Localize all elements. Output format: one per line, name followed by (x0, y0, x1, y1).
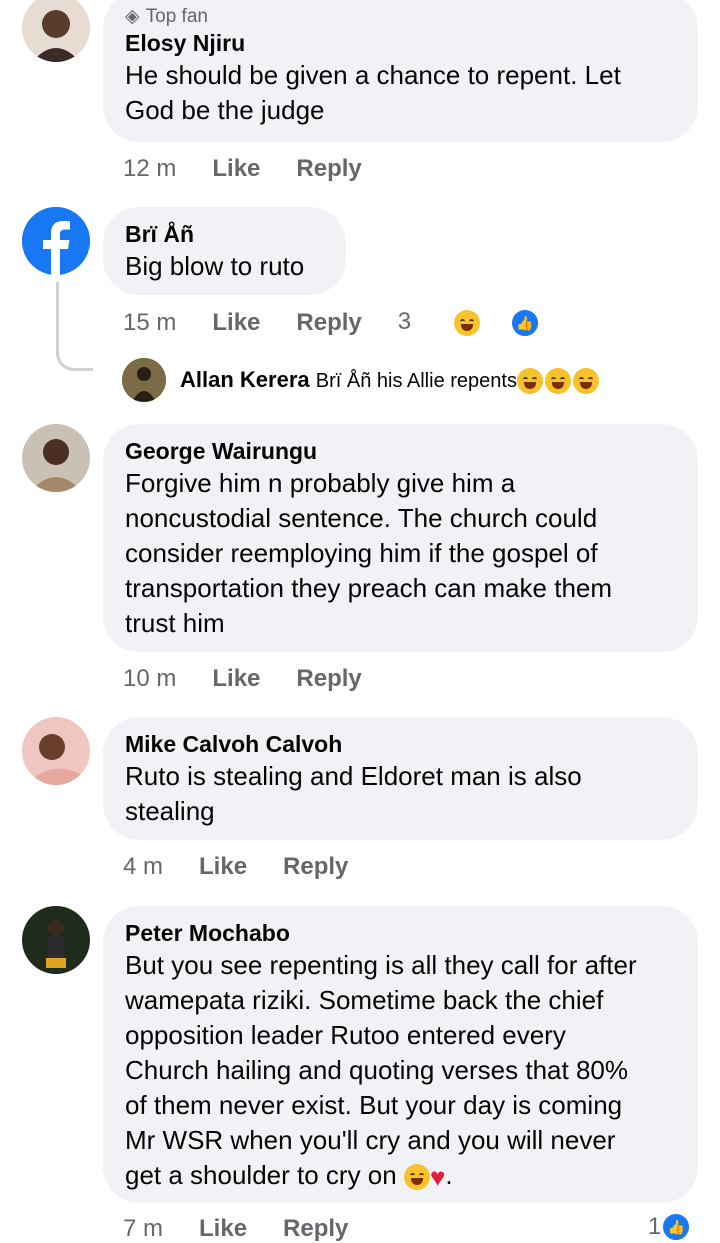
like-reaction-icon: 👍 (509, 308, 540, 338)
reply-button[interactable]: Reply (296, 309, 361, 337)
comment-time[interactable]: 12 m (123, 155, 176, 183)
like-button[interactable]: Like (212, 155, 260, 183)
comment-actions: 12 m Like Reply (123, 155, 398, 183)
comment-text-line: wamepata riziki. Sometime back the chief (125, 985, 604, 1015)
comment-text-line: trust him (125, 608, 225, 638)
like-button[interactable]: Like (199, 853, 247, 881)
reply-button[interactable]: Reply (296, 155, 361, 183)
comment-text-line: Ruto is stealing and Eldoret man is also (125, 761, 582, 791)
reply-button[interactable]: Reply (283, 853, 348, 881)
comment-bubble: George Wairungu Forgive him n probably g… (103, 424, 698, 652)
facebook-logo-icon (22, 207, 90, 275)
avatar-mike[interactable] (22, 717, 90, 785)
like-button[interactable]: Like (199, 1215, 247, 1243)
avatar-allan[interactable] (122, 358, 166, 402)
reactions-summary[interactable]: 3 👍 (398, 308, 576, 338)
avatar-george[interactable] (22, 424, 90, 492)
comment-text-line: Church hailing and quoting verses that 8… (125, 1055, 628, 1085)
comment-text-line: opposition leader Rutoo entered every (125, 1020, 566, 1050)
comment-actions: 10 m Like Reply (123, 665, 398, 693)
comment-actions: 4 m Like Reply (123, 853, 384, 881)
person-photo-icon (22, 424, 90, 492)
comment-bubble: Mike Calvoh Calvoh Ruto is stealing and … (103, 717, 698, 840)
comment-time[interactable]: 4 m (123, 853, 163, 881)
avatar-elosy[interactable] (22, 0, 90, 62)
comment-actions: 15 m Like Reply 3 👍 (123, 308, 576, 338)
like-button[interactable]: Like (212, 309, 260, 337)
broken-heart-icon: ♥ (429, 1161, 446, 1192)
comment-time[interactable]: 7 m (123, 1215, 163, 1243)
reactions-summary[interactable]: 1 👍 (648, 1212, 692, 1242)
reactions-count: 3 (397, 308, 412, 336)
comment-text-line: He should be given a chance to repent. L… (125, 60, 621, 90)
reply-button[interactable]: Reply (296, 665, 361, 693)
person-photo-icon (22, 0, 90, 62)
comment-text-line: consider reemploying him if the gospel o… (125, 538, 598, 568)
comment-author[interactable]: Mike Calvoh Calvoh (125, 729, 676, 759)
comment-text-line: Forgive him n probably give him a (125, 468, 516, 498)
reply-author[interactable]: Allan Kerera (180, 367, 310, 392)
diamond-icon: ◈ (125, 6, 140, 27)
comment-actions: 7 m Like Reply (123, 1215, 384, 1243)
comment-bubble: Peter Mochabo But you see repenting is a… (103, 906, 698, 1203)
comment-text-line: noncustodial sentence. The church could (125, 503, 598, 533)
person-photo-icon (122, 358, 166, 402)
thread-connector (56, 282, 93, 371)
comment-author[interactable]: Elosy Njiru (125, 28, 676, 58)
reactions-count: 1 (648, 1213, 662, 1240)
comment-text-line: God be the judge (125, 95, 325, 125)
crying-laughing-emoji-icon (572, 368, 599, 395)
comment-text-line: of them never exist. But your day is com… (125, 1090, 623, 1120)
like-button[interactable]: Like (212, 665, 260, 693)
badge-label: Top fan (145, 6, 208, 27)
comment-text-segment: . (445, 1160, 453, 1190)
reply-button[interactable]: Reply (283, 1215, 348, 1243)
comment-time[interactable]: 10 m (123, 665, 176, 693)
avatar-bri[interactable] (22, 207, 90, 275)
comment-text-segment: get a shoulder to cry on (125, 1160, 397, 1190)
person-photo-icon (22, 717, 90, 785)
comment-text-line: Big blow to ruto (125, 251, 305, 281)
comment-text-line: get a shoulder to cry on ♥. (125, 1158, 676, 1195)
top-fan-badge: ◈ Top fan (125, 6, 676, 28)
reply-text: Brï Åñ his Allie repents (315, 370, 517, 392)
comment-text-line: Mr WSR when you'll cry and you will neve… (125, 1125, 616, 1155)
crying-laughing-emoji-icon (516, 368, 543, 395)
comment-author[interactable]: George Wairungu (125, 436, 676, 466)
haha-emoji-icon (453, 310, 480, 336)
comment-time[interactable]: 15 m (123, 309, 176, 337)
comment-bubble: ◈ Top fan Elosy Njiru He should be given… (103, 0, 698, 142)
crying-laughing-emoji-icon (544, 368, 571, 395)
like-reaction-icon: 👍 (661, 1212, 692, 1242)
comment-author[interactable]: Peter Mochabo (125, 918, 676, 948)
comment-author[interactable]: Brï Åñ (125, 219, 324, 249)
comment-bubble: Brï Åñ Big blow to ruto (103, 207, 346, 295)
person-photo-icon (22, 906, 90, 974)
sweat-smile-emoji-icon (403, 1164, 430, 1191)
comment-text-line: transportation they preach can make them (125, 573, 613, 603)
comment-text-line: But you see repenting is all they call f… (125, 950, 637, 980)
comment-text-line: stealing (125, 796, 215, 826)
reply-preview[interactable]: Allan Kerera Brï Åñ his Allie repents (180, 366, 599, 395)
avatar-peter[interactable] (22, 906, 90, 974)
